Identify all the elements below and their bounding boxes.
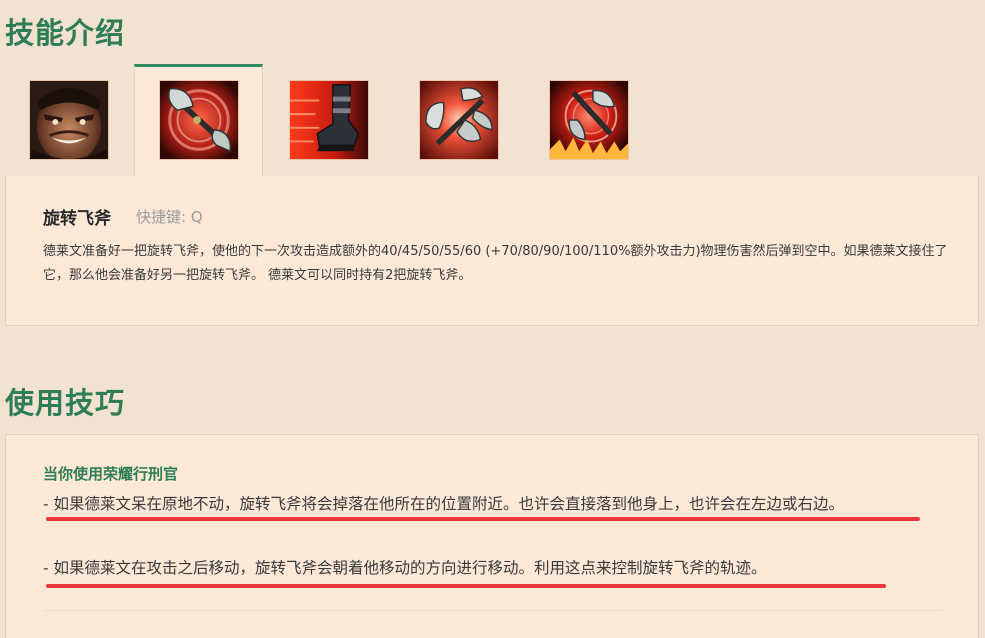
tips-heading: 当你使用荣耀行刑官 — [43, 465, 179, 483]
blood-rush-boot-icon — [290, 81, 368, 159]
page: 技能介绍 旋转飞斧 快捷键: Q 德莱文准备好一把旋转飞斧，使他的下一次攻击造成… — [0, 0, 985, 638]
spinning-axe-icon — [160, 81, 238, 159]
skill-tab-r[interactable] — [549, 80, 629, 160]
red-underline-annotation — [46, 584, 886, 588]
stand-aside-axes-icon — [420, 81, 498, 159]
tips-panel: 当你使用荣耀行刑官 - 如果德莱文呆在原地不动，旋转飞斧将会掉落在他所在的位置附… — [5, 434, 979, 638]
skill-hotkey: 快捷键: Q — [136, 208, 203, 226]
skill-tab-e[interactable] — [419, 80, 499, 160]
whirling-death-icon — [550, 81, 628, 159]
tip-item: - 如果德莱文在攻击之后移动，旋转飞斧会朝着他移动的方向进行移动。利用这点来控制… — [43, 559, 767, 577]
skill-description: 德莱文准备好一把旋转飞斧，使他的下一次攻击造成额外的40/45/50/55/60… — [43, 244, 948, 283]
tip-item: - 如果德莱文呆在原地不动，旋转飞斧将会掉落在他所在的位置附近。也许会直接落到他… — [43, 495, 845, 513]
draven-portrait-icon — [30, 81, 108, 159]
skill-name: 旋转飞斧 — [43, 209, 111, 229]
skills-section-title: 技能介绍 — [5, 16, 126, 50]
skill-tab-q[interactable] — [159, 80, 239, 160]
skill-tab-w[interactable] — [289, 80, 369, 160]
tips-section-title: 使用技巧 — [5, 386, 126, 420]
skill-tab-passive[interactable] — [29, 80, 109, 160]
red-underline-annotation — [46, 517, 920, 521]
skill-description-panel: 旋转飞斧 快捷键: Q 德莱文准备好一把旋转飞斧，使他的下一次攻击造成额外的40… — [5, 176, 979, 326]
divider — [43, 610, 943, 611]
